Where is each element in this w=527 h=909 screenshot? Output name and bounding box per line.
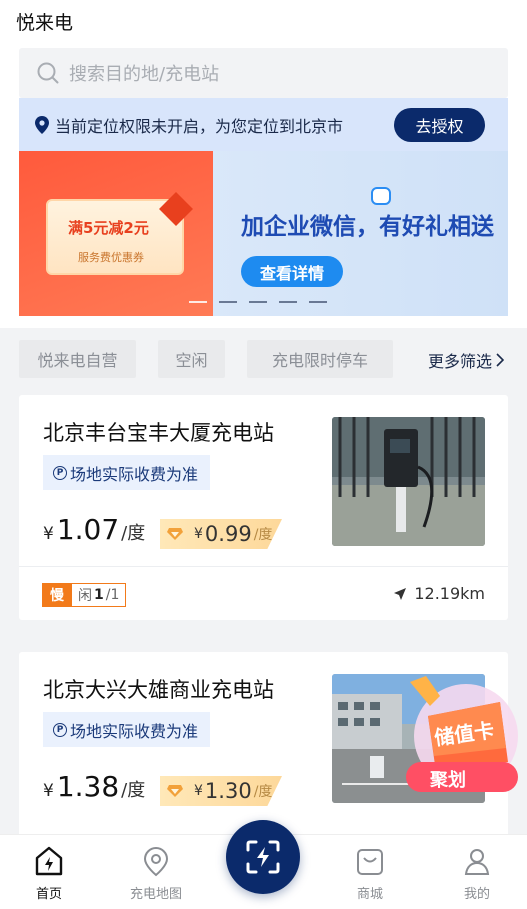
station-distance[interactable]: 12.19km <box>394 584 485 603</box>
tab-shop[interactable]: 商城 <box>330 845 410 902</box>
authorize-button[interactable]: 去授权 <box>394 108 485 142</box>
location-pin-icon <box>35 115 49 134</box>
filter-chip-limited-parking[interactable]: 充电限时停车 <box>247 340 393 378</box>
scan-charge-button[interactable] <box>226 820 300 894</box>
pagination-dot[interactable] <box>219 301 237 303</box>
station-photo <box>332 417 485 546</box>
price-unit: /度 <box>121 523 146 544</box>
coupon-subtitle: 服务费优惠券 <box>78 251 144 264</box>
diamond-icon <box>167 528 183 540</box>
tab-label: 我的 <box>463 887 490 902</box>
free-label: 闲 <box>78 588 92 604</box>
pricing-note-text: 场地实际收费为准 <box>70 464 199 484</box>
more-filters-label: 更多筛选 <box>427 352 492 371</box>
pagination-dot[interactable] <box>249 301 267 303</box>
station-price: ¥ 1.07 /度 <box>43 513 145 546</box>
free-count: 1 <box>94 587 104 603</box>
location-notice-text: 当前定位权限未开启，为您定位到北京市 <box>55 116 344 136</box>
currency-symbol: ¥ <box>43 524 54 544</box>
coupon-title: 满5元减2元 <box>68 219 149 237</box>
pagination-dot[interactable] <box>189 301 207 303</box>
station-name: 北京大兴大雄商业充电站 <box>43 678 274 702</box>
scan-charge-icon <box>246 840 280 874</box>
pagination-dot[interactable] <box>309 301 327 303</box>
member-price-value: 1.30 <box>204 779 252 803</box>
location-permission-bar: 当前定位权限未开启，为您定位到北京市 去授权 <box>19 98 508 151</box>
filter-chip-self-operated[interactable]: 悦来电自营 <box>19 340 136 378</box>
promo-banner[interactable]: 满5元减2元 服务费优惠券 加企业微信，有好礼相送 查看详情 <box>19 151 508 316</box>
member-price-value: 0.99 <box>204 522 252 546</box>
search-icon <box>37 62 59 84</box>
filter-bar: 悦来电自营 空闲 充电限时停车 更多筛选 <box>19 340 508 378</box>
search-bar[interactable]: 搜索目的地/充电站 <box>19 48 508 98</box>
pricing-note-tag: P 场地实际收费为准 <box>43 712 211 747</box>
diamond-icon <box>167 785 183 797</box>
home-icon <box>35 846 63 876</box>
distance-value: 12.19km <box>414 584 485 603</box>
parking-icon: P <box>53 722 67 737</box>
banner-coupon-panel: 满5元减2元 服务费优惠券 <box>19 151 213 316</box>
tab-label: 商城 <box>356 887 383 902</box>
tab-home[interactable]: 首页 <box>9 845 89 902</box>
card-divider <box>19 566 508 567</box>
member-price-badge: ¥ 0.99 /度 <box>160 519 282 549</box>
member-price-unit: /度 <box>253 784 273 800</box>
free-ports: 闲 1 /1 <box>72 583 127 607</box>
promo-juhua-label: 聚划 <box>430 770 466 791</box>
banner-pagination <box>189 301 327 303</box>
wechat-work-icon <box>371 187 391 205</box>
navigation-arrow-icon <box>394 587 407 600</box>
more-filters-button[interactable]: 更多筛选 <box>428 348 504 372</box>
tab-label: 首页 <box>35 887 62 902</box>
app-title: 悦来电 <box>16 12 74 34</box>
banner-headline: 加企业微信，有好礼相送 <box>241 214 494 240</box>
price-unit: /度 <box>121 780 146 801</box>
coupon-card: 满5元减2元 服务费优惠券 <box>46 192 193 275</box>
currency-symbol: ¥ <box>43 781 54 801</box>
banner-detail-button[interactable]: 查看详情 <box>241 256 343 287</box>
search-input[interactable]: 搜索目的地/充电站 <box>69 60 219 86</box>
member-price-unit: /度 <box>253 527 273 543</box>
slow-charge-label: 慢 <box>42 583 72 607</box>
user-icon <box>464 849 490 875</box>
stored-value-card-promo[interactable]: 储值卡 聚划 <box>400 676 524 802</box>
availability-badge: 慢 闲 1 /1 <box>42 583 127 607</box>
pagination-dot[interactable] <box>279 301 297 303</box>
total-count: /1 <box>105 587 120 603</box>
price-value: 1.07 <box>56 513 120 546</box>
station-name: 北京丰台宝丰大厦充电站 <box>43 421 274 445</box>
pricing-note-tag: P 场地实际收费为准 <box>43 455 211 490</box>
member-currency-symbol: ¥ <box>194 783 203 799</box>
station-price: ¥ 1.38 /度 <box>43 770 145 803</box>
price-value: 1.38 <box>56 770 120 803</box>
pricing-note-text: 场地实际收费为准 <box>70 721 199 741</box>
member-price-badge: ¥ 1.30 /度 <box>160 776 282 806</box>
parking-icon: P <box>53 465 67 480</box>
tab-label: 充电地图 <box>129 887 182 902</box>
chevron-right-icon <box>496 353 504 367</box>
filter-chip-idle[interactable]: 空闲 <box>158 340 225 378</box>
shop-bag-icon <box>357 849 383 875</box>
coupon-ribbon <box>159 192 193 226</box>
tab-profile[interactable]: 我的 <box>437 845 517 902</box>
tab-charging-map[interactable]: 充电地图 <box>116 845 196 902</box>
member-currency-symbol: ¥ <box>194 526 203 542</box>
station-card[interactable]: 北京丰台宝丰大厦充电站 P 场地实际收费为准 ¥ 1.07 /度 ¥ 0.99 … <box>19 395 508 620</box>
map-pin-icon <box>143 846 169 877</box>
